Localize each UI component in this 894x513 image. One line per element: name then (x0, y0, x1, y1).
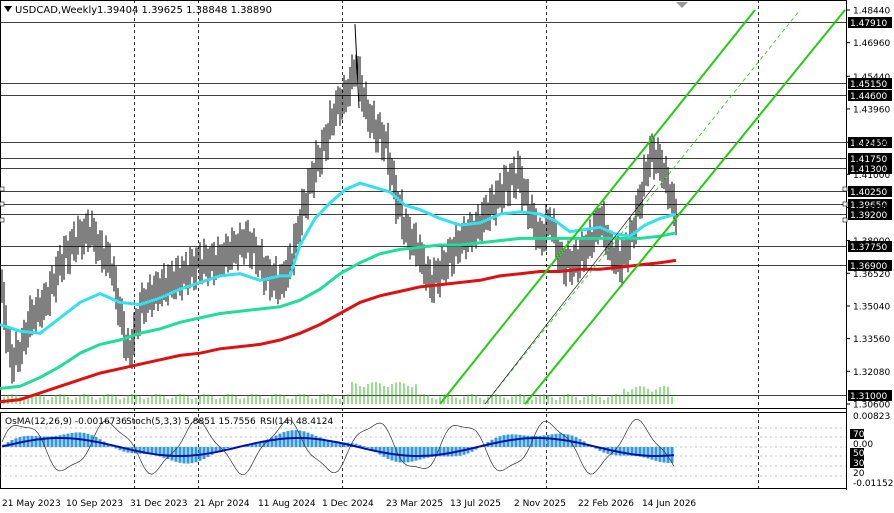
stoch-label: Stoch(5,3,3) 5.8851 15.7556 (126, 417, 256, 427)
histogram-bar (658, 447, 662, 462)
price-tick-label: 1.39500 (853, 204, 890, 214)
histogram-bar (518, 434, 522, 447)
osc-tick-label: 20 (853, 469, 865, 479)
price-tick-label: 1.45440 (853, 73, 890, 83)
histogram-bar (314, 435, 318, 447)
histogram-bar (310, 434, 314, 447)
time-label: 10 Sep 2023 (66, 499, 123, 509)
histogram-bar (622, 447, 626, 456)
oscillator-axis: 0.00823700.00503020-0.011525 (850, 412, 894, 489)
histogram-bar (274, 435, 278, 447)
time-label: 1 Dec 2024 (322, 499, 374, 509)
time-label: 13 Jul 2025 (450, 499, 501, 509)
price-tick-label: 1.32080 (853, 368, 890, 378)
histogram-bar (34, 436, 38, 447)
level-label: 1.44600 (850, 92, 887, 102)
histogram-bar (362, 446, 366, 447)
histogram-bar (522, 435, 526, 447)
level-marker (842, 201, 848, 207)
price-tick-label: 1.30600 (853, 401, 890, 411)
time-label: 11 Aug 2024 (258, 499, 316, 509)
price-tick-label: 1.41000 (853, 171, 890, 181)
histogram-bar (414, 447, 418, 461)
histogram-bar (514, 434, 518, 447)
price-tick-label: 1.42450 (853, 139, 890, 149)
osc-tick-label: 70 (853, 430, 865, 440)
price-axis[interactable]: 1.479101.451501.446001.424501.417501.413… (846, 7, 892, 411)
histogram-bar (58, 435, 62, 447)
osc-tick-label: 30 (853, 459, 865, 469)
histogram-bar (306, 432, 310, 447)
histogram-bar (226, 447, 230, 449)
rsi-label: RSI(14) 48.4124 (260, 417, 333, 427)
level-label: 1.40250 (850, 188, 887, 198)
level-marker (842, 186, 848, 192)
histogram-bar (278, 433, 282, 447)
osma-label: OsMA(12,26,9) -0.0016736 (5, 417, 127, 427)
histogram-bar (206, 447, 210, 457)
level-marker (0, 201, 5, 207)
time-label: 22 Feb 2026 (578, 499, 634, 509)
osc-tick-label: 0.00823 (853, 412, 890, 422)
ohlc-values: 1.39404 1.39625 1.38848 1.38890 (97, 5, 272, 16)
histogram-bar (366, 447, 370, 448)
price-tick-label: 1.33560 (853, 335, 890, 345)
histogram-bar (410, 447, 414, 462)
price-tick-label: 1.43960 (853, 105, 890, 115)
histogram-bar (222, 447, 226, 450)
level-marker (0, 186, 5, 192)
histogram-bar (554, 433, 558, 447)
histogram-bar (550, 434, 554, 447)
time-label: 23 Mar 2025 (386, 499, 443, 509)
histogram-bar (70, 432, 74, 447)
histogram-bar (654, 447, 658, 461)
histogram-bar (178, 447, 182, 463)
time-label: 21 May 2023 (2, 499, 61, 509)
time-label: 21 Apr 2024 (194, 499, 250, 509)
histogram-bar (418, 447, 422, 460)
level-label: 1.47910 (850, 19, 887, 29)
level-marker (0, 217, 5, 223)
histogram-bar (446, 447, 450, 457)
forex-chart[interactable]: 1.479101.451501.446001.424501.417501.413… (0, 0, 894, 513)
histogram-bar (546, 434, 550, 447)
histogram-bar (66, 433, 70, 447)
price-tick-label: 1.46960 (853, 39, 890, 49)
histogram-bar (62, 434, 66, 447)
time-label: 2 Nov 2025 (514, 499, 566, 509)
time-label: 31 Dec 2023 (130, 499, 188, 509)
histogram-bar (650, 447, 654, 460)
level-marker (842, 217, 848, 223)
osc-tick-label: 50 (853, 449, 865, 459)
price-tick-label: 1.35040 (853, 302, 890, 312)
price-tick-label: 1.38000 (853, 237, 890, 247)
osc-tick-label: -0.011525 (853, 479, 894, 489)
price-tick-label: 1.48440 (853, 7, 890, 17)
symbol-label: USDCAD,Weekly (15, 5, 97, 16)
time-axis[interactable]: 21 May 2023 10 Sep 2023 31 Dec 2023 21 Apr … (2, 499, 696, 509)
time-label: 14 Jun 2026 (642, 499, 696, 509)
histogram-bar (270, 437, 274, 447)
price-tick-label: 1.36520 (853, 270, 890, 280)
